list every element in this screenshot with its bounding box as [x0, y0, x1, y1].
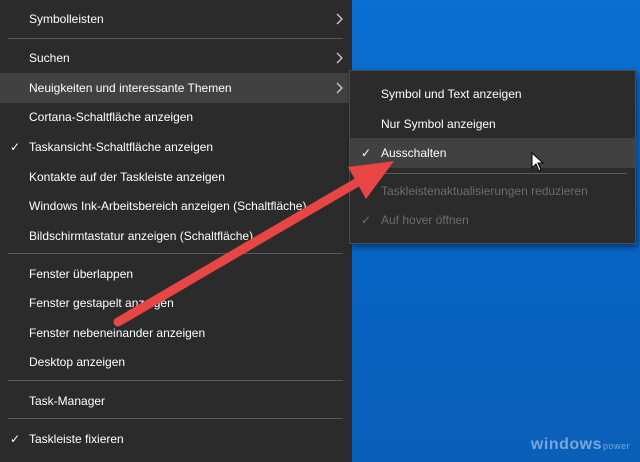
submenu-separator [358, 173, 627, 174]
menu-separator [8, 418, 343, 419]
menu-separator [8, 380, 343, 381]
menu-item-label: Fenster überlappen [29, 267, 134, 281]
chevron-right-icon [336, 82, 343, 94]
menu-item-label: Suchen [29, 51, 70, 65]
menu-separator [8, 253, 343, 254]
menu-item-cortana[interactable]: Cortana-Schaltfläche anzeigen [0, 102, 352, 132]
submenu-item-auf-hover-oeffnen: ✓ Auf hover öffnen [350, 205, 635, 235]
menu-item-fenster-gestapelt[interactable]: Fenster gestapelt anzeigen [0, 288, 352, 318]
submenu-item-label: Ausschalten [381, 146, 447, 160]
submenu-item-nur-symbol[interactable]: Nur Symbol anzeigen [350, 109, 635, 139]
checkmark-icon: ✓ [360, 146, 372, 160]
menu-item-bildschirmtastatur[interactable]: Bildschirmtastatur anzeigen (Schaltfläch… [0, 221, 352, 251]
menu-item-label: Fenster gestapelt anzeigen [29, 296, 174, 310]
submenu-item-taskleistenaktualisierungen: Taskleistenaktualisierungen reduzieren [350, 176, 635, 206]
submenu-item-symbol-und-text[interactable]: Symbol und Text anzeigen [350, 79, 635, 109]
menu-item-symbolleisten[interactable]: Symbolleisten [0, 4, 352, 34]
submenu-item-label: Nur Symbol anzeigen [381, 117, 496, 131]
menu-item-label: Cortana-Schaltfläche anzeigen [29, 110, 194, 124]
menu-separator [8, 38, 343, 39]
submenu-item-label: Symbol und Text anzeigen [381, 87, 522, 101]
checkmark-icon: ✓ [360, 213, 372, 227]
watermark-logo: windowspower [530, 436, 630, 453]
news-interests-submenu: Symbol und Text anzeigen Nur Symbol anze… [349, 70, 636, 244]
menu-item-label: Neuigkeiten und interessante Themen [29, 81, 232, 95]
menu-item-label: Taskleiste fixieren [29, 432, 124, 446]
menu-item-fenster-ueberlappen[interactable]: Fenster überlappen [0, 259, 352, 289]
menu-item-label: Desktop anzeigen [29, 355, 126, 369]
menu-item-task-manager[interactable]: Task-Manager [0, 386, 352, 416]
menu-item-label: Windows Ink-Arbeitsbereich anzeigen (Sch… [29, 199, 307, 213]
menu-item-desktop-anzeigen[interactable]: Desktop anzeigen [0, 347, 352, 377]
mouse-cursor-icon [531, 152, 545, 172]
menu-item-label: Kontakte auf der Taskleiste anzeigen [29, 170, 225, 184]
submenu-item-ausschalten[interactable]: ✓ Ausschalten [350, 138, 635, 168]
submenu-item-label: Taskleistenaktualisierungen reduzieren [381, 184, 588, 198]
menu-item-label: Task-Manager [29, 394, 106, 408]
chevron-right-icon [336, 52, 343, 64]
checkmark-icon: ✓ [9, 140, 21, 154]
menu-item-fenster-nebeneinander[interactable]: Fenster nebeneinander anzeigen [0, 318, 352, 348]
checkmark-icon: ✓ [9, 432, 21, 446]
menu-item-neuigkeiten[interactable]: Neuigkeiten und interessante Themen [0, 73, 352, 103]
menu-item-label: Bildschirmtastatur anzeigen (Schaltfläch… [29, 229, 254, 243]
menu-item-label: Taskansicht-Schaltfläche anzeigen [29, 140, 214, 154]
menu-item-kontakte[interactable]: Kontakte auf der Taskleiste anzeigen [0, 162, 352, 192]
menu-item-suchen[interactable]: Suchen [0, 43, 352, 73]
menu-item-label: Symbolleisten [29, 12, 104, 26]
taskbar-context-menu: Symbolleisten Suchen Neuigkeiten und int… [0, 0, 352, 462]
submenu-item-label: Auf hover öffnen [381, 213, 469, 227]
menu-item-windows-ink[interactable]: Windows Ink-Arbeitsbereich anzeigen (Sch… [0, 191, 352, 221]
chevron-right-icon [336, 13, 343, 25]
menu-item-label: Fenster nebeneinander anzeigen [29, 326, 206, 340]
menu-item-taskleiste-fixieren[interactable]: ✓ Taskleiste fixieren [0, 424, 352, 454]
menu-item-taskansicht[interactable]: ✓ Taskansicht-Schaltfläche anzeigen [0, 132, 352, 162]
